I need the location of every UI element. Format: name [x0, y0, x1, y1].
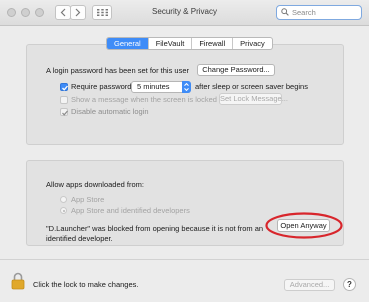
require-password-interval-popup[interactable]: 5 minutes [131, 81, 191, 93]
footer-divider [0, 259, 369, 260]
change-password-button[interactable]: Change Password... [197, 64, 275, 76]
tab-privacy[interactable]: Privacy [233, 38, 272, 49]
show-message-checkbox[interactable] [60, 96, 68, 104]
require-password-interval-value: 5 minutes [137, 82, 170, 91]
search-input[interactable] [292, 7, 356, 18]
tab-filevault[interactable]: FileVault [149, 38, 193, 49]
checkmark-icon [62, 85, 68, 91]
tab-bar: General FileVault Firewall Privacy [106, 37, 273, 50]
allow-apps-heading: Allow apps downloaded from: [46, 180, 144, 189]
lock-text: Click the lock to make changes. [33, 280, 139, 289]
require-password-suffix: after sleep or screen saver begins [195, 82, 308, 91]
tab-firewall[interactable]: Firewall [192, 38, 234, 49]
help-button[interactable]: ? [343, 278, 356, 291]
set-lock-message-button[interactable]: Set Lock Message... [219, 93, 288, 105]
blocked-message-line1: "D.Launcher" was blocked from opening be… [46, 224, 264, 233]
advanced-button[interactable]: Advanced... [284, 279, 335, 291]
tab-general[interactable]: General [107, 38, 149, 49]
app-store-label: App Store [71, 195, 105, 204]
title-bar: Security & Privacy [0, 0, 369, 26]
search-field[interactable] [276, 5, 362, 20]
highlight-ellipse [265, 212, 343, 239]
lock-icon[interactable] [11, 272, 25, 292]
identified-developers-radio[interactable] [60, 207, 67, 214]
disable-auto-login-checkbox[interactable] [60, 108, 68, 116]
require-password-label: Require password [71, 82, 132, 91]
blocked-message-line2: identified developer. [46, 234, 113, 243]
search-icon [281, 7, 289, 18]
preferences-window: Security & Privacy General FileVault Fir… [0, 0, 369, 302]
popup-arrows-icon [182, 81, 191, 93]
identified-developers-label: App Store and identified developers [71, 206, 190, 215]
checkmark-icon [62, 110, 68, 116]
show-message-label: Show a message when the screen is locked [71, 95, 217, 104]
login-password-text: A login password has been set for this u… [46, 66, 189, 75]
app-store-radio[interactable] [60, 196, 67, 203]
require-password-checkbox[interactable] [60, 83, 68, 91]
disable-auto-login-label: Disable automatic login [71, 107, 149, 116]
